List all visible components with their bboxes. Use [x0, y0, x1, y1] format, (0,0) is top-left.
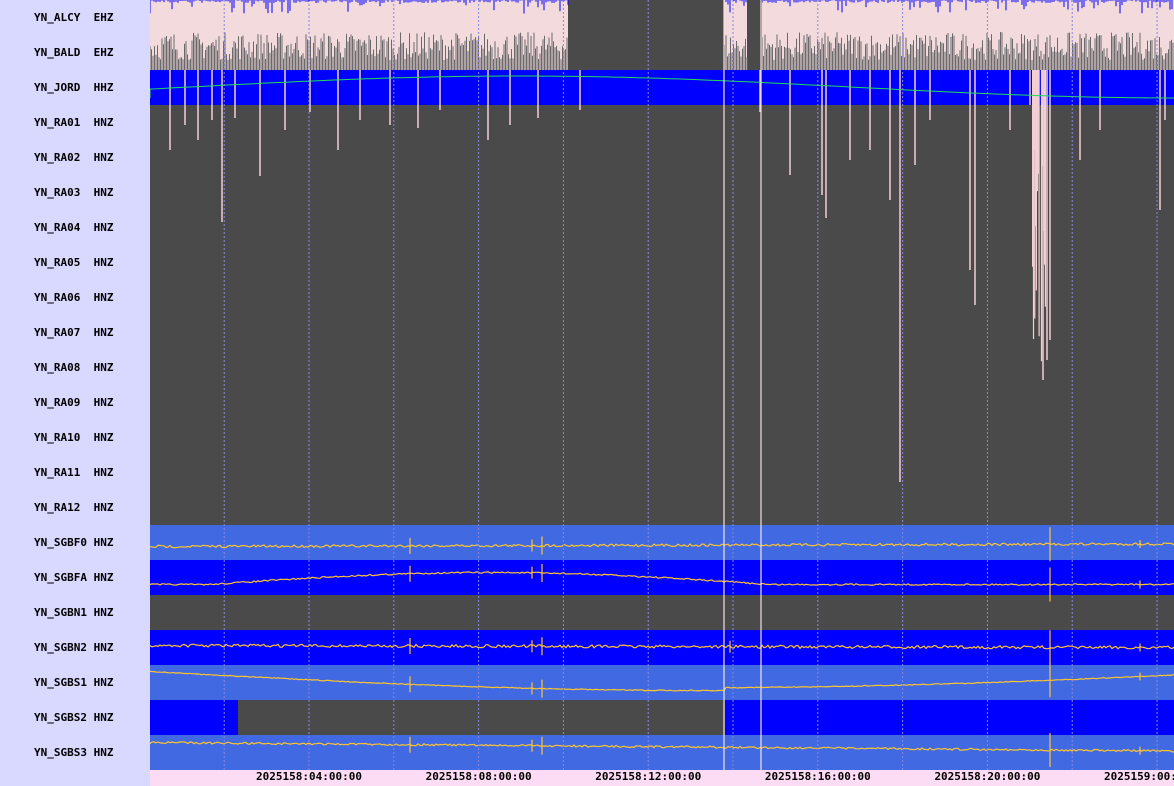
channel-label-yn_alcy: YN_ALCY EHZ	[34, 11, 114, 24]
helicorder-plot[interactable]	[150, 0, 1174, 770]
channel-label-panel: YN_ALCY EHZ YN_BALD EHZ YN_JORD HHZ YN_RA01…	[0, 0, 150, 786]
channel-label-yn_jord: YN_JORD HHZ	[34, 81, 114, 94]
channel-label-yn_ra06: YN_RA06 HNZ	[34, 291, 114, 304]
jord-band	[150, 70, 1174, 105]
channel-label-yn_ra12: YN_RA12 HNZ	[34, 501, 114, 514]
channel-label-yn_ra05: YN_RA05 HNZ	[34, 256, 114, 269]
time-tick-label: 2025158:20:00:00	[934, 770, 1041, 783]
channel-label-yn_ra10: YN_RA10 HNZ	[34, 431, 114, 444]
channel-label-yn_sgbn1: YN_SGBN1 HNZ	[34, 606, 114, 619]
sgbs1-band	[150, 665, 1174, 700]
channel-label-yn_sgbs2: YN_SGBS2 HNZ	[34, 711, 114, 724]
channel-label-yn_sgbn2: YN_SGBN2 HNZ	[34, 641, 114, 654]
alcy-band	[150, 0, 568, 35]
channel-label-yn_ra02: YN_RA02 HNZ	[34, 151, 114, 164]
channel-label-yn_ra04: YN_RA04 HNZ	[34, 221, 114, 234]
alcy-band	[762, 0, 1174, 35]
waveform-canvas	[150, 0, 1174, 770]
event-spikes	[169, 70, 1166, 482]
time-tick-label: 2025159:00:00:00	[1104, 770, 1174, 783]
channel-label-yn_ra07: YN_RA07 HNZ	[34, 326, 114, 339]
channel-label-yn_ra09: YN_RA09 HNZ	[34, 396, 114, 409]
channel-label-yn_bald: YN_BALD EHZ	[34, 46, 114, 59]
channel-label-yn_ra11: YN_RA11 HNZ	[34, 466, 114, 479]
channel-label-yn_sgbf0: YN_SGBF0 HNZ	[34, 536, 114, 549]
sgbn2-band	[150, 630, 1174, 665]
channel-label-yn_sgbfa: YN_SGBFA HNZ	[34, 571, 114, 584]
time-tick-label: 2025158:12:00:00	[595, 770, 702, 783]
sgbs2-band	[150, 700, 238, 735]
time-tick-label: 2025158:08:00:00	[425, 770, 532, 783]
channel-label-yn_sgbs3: YN_SGBS3 HNZ	[34, 746, 114, 759]
channel-label-yn_ra03: YN_RA03 HNZ	[34, 186, 114, 199]
time-axis: 2025158:04:00:00 2025158:08:00:00 2025158:…	[150, 770, 1174, 786]
channel-label-yn_ra01: YN_RA01 HNZ	[34, 116, 114, 129]
time-tick-label: 2025158:04:00:00	[256, 770, 362, 783]
sgbs3-band	[150, 735, 1174, 770]
time-tick-label: 2025158:16:00:00	[764, 770, 871, 783]
sgbf0-band	[150, 525, 1174, 560]
channel-label-yn_ra08: YN_RA08 HNZ	[34, 361, 114, 374]
sgbs2-band	[725, 700, 1174, 735]
channel-label-yn_sgbs1: YN_SGBS1 HNZ	[34, 676, 114, 689]
